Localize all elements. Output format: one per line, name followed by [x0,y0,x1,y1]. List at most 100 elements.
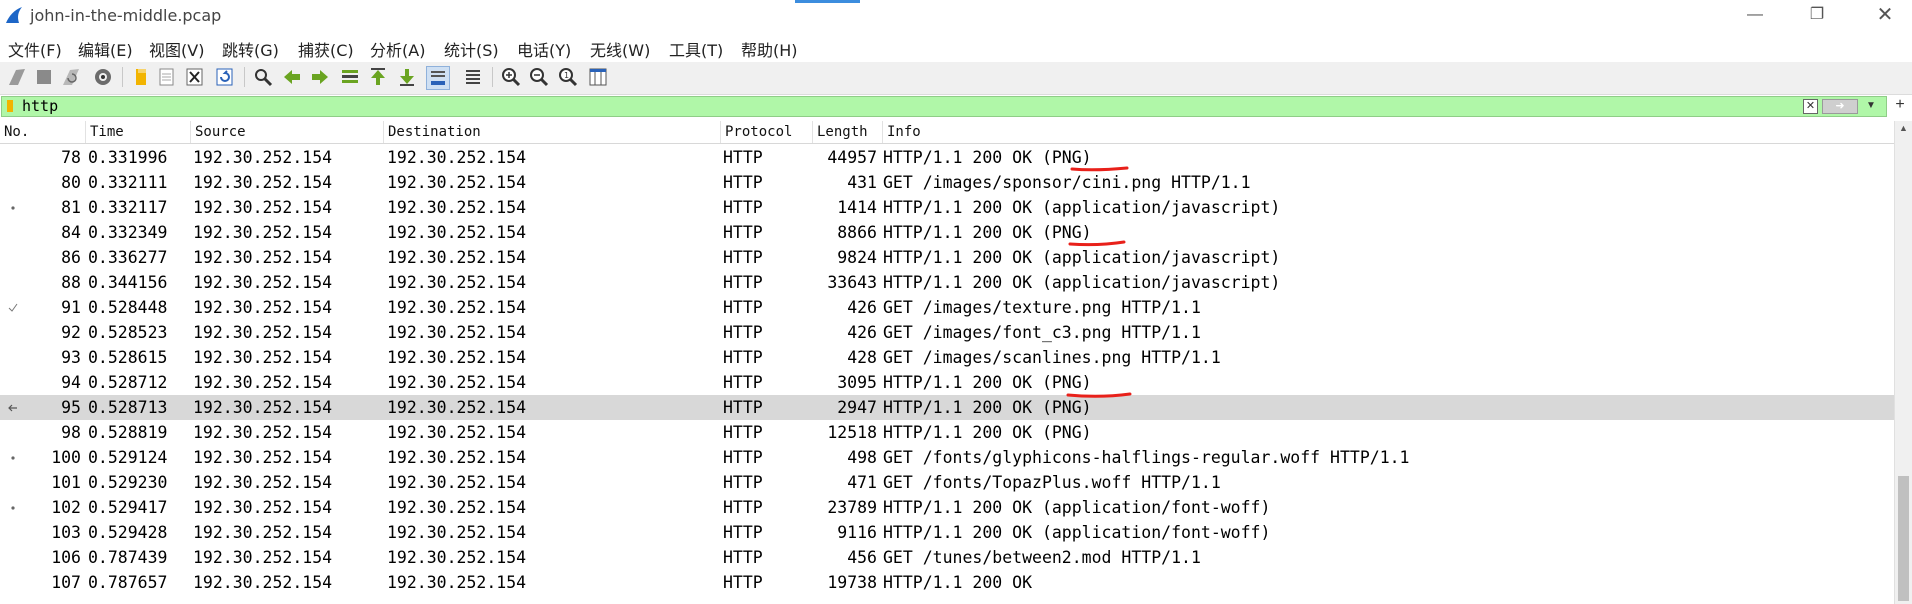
wireshark-fin-icon [6,7,22,23]
packet-row[interactable]: 80 0.332111 192.30.252.154 192.30.252.154 HT… [0,170,1894,195]
packet-destination: 192.30.252.154 [387,373,527,392]
column-header-length[interactable]: Length [813,121,883,143]
scrollbar-thumb[interactable] [1898,476,1909,601]
column-header-info[interactable]: Info [883,121,1894,143]
stop-capture-icon[interactable] [33,66,55,88]
packet-destination: 192.30.252.154 [387,523,527,542]
capture-options-icon[interactable] [92,66,114,88]
restart-capture-icon[interactable] [60,66,82,88]
menu-tools[interactable]: 工具(T) [669,37,723,61]
packet-source: 192.30.252.154 [193,573,333,592]
packet-length: 9824 [837,248,877,267]
packet-source: 192.30.252.154 [193,398,333,417]
packet-length: 8866 [837,223,877,242]
packet-row[interactable]: 91 0.528448 192.30.252.154 192.30.252.154 HT… [0,295,1894,320]
menu-statistics[interactable]: 统计(S) [444,37,499,61]
packet-info: HTTP/1.1 200 OK (application/javascript) [883,198,1281,217]
column-header-no[interactable]: No. [0,121,86,143]
display-filter-input[interactable]: http ✕ ➜ ▼ + [1,96,1905,117]
packet-row[interactable]: 84 0.332349 192.30.252.154 192.30.252.154 HT… [0,220,1894,245]
packet-source: 192.30.252.154 [193,173,333,192]
packet-row[interactable]: 95 0.528713 192.30.252.154 192.30.252.154 HT… [0,395,1894,420]
colorize-icon[interactable] [462,66,484,88]
resize-columns-icon[interactable] [587,66,609,88]
filter-dropdown-icon[interactable]: ▼ [1864,98,1878,114]
menu-capture[interactable]: 捕获(C) [298,37,354,61]
packet-protocol: HTTP [723,323,763,342]
packet-source: 192.30.252.154 [193,298,333,317]
packet-time: 0.528713 [88,398,168,417]
open-file-icon[interactable] [130,66,152,88]
packet-time: 0.332349 [88,223,168,242]
packet-list: No. Time Source Destination Protocol Len… [0,121,1894,604]
packet-no: 106 [51,548,81,567]
packet-row[interactable]: 92 0.528523 192.30.252.154 192.30.252.154 HT… [0,320,1894,345]
clear-filter-icon[interactable]: ✕ [1803,99,1818,114]
packet-row[interactable]: 98 0.528819 192.30.252.154 192.30.252.154 HT… [0,420,1894,445]
packet-info: HTTP/1.1 200 OK (application/javascript) [883,248,1281,267]
packet-row[interactable]: 86 0.336277 192.30.252.154 192.30.252.154 HT… [0,245,1894,270]
column-header-destination[interactable]: Destination [384,121,721,143]
packet-length: 471 [847,473,877,492]
column-header-protocol[interactable]: Protocol [721,121,813,143]
packet-row[interactable]: 94 0.528712 192.30.252.154 192.30.252.154 HT… [0,370,1894,395]
menu-view[interactable]: 视图(V) [149,37,204,61]
go-forward-icon[interactable] [309,66,331,88]
scroll-up-icon[interactable]: ▲ [1899,123,1908,133]
packet-length: 428 [847,348,877,367]
save-file-icon[interactable] [156,66,178,88]
apply-filter-icon[interactable]: ➜ [1822,99,1858,114]
start-capture-icon[interactable] [6,66,28,88]
menu-file[interactable]: 文件(F) [8,37,62,61]
packet-time: 0.528448 [88,298,168,317]
filter-bookmark-icon[interactable] [7,100,13,112]
zoom-out-icon[interactable] [528,66,550,88]
packet-row[interactable]: 93 0.528615 192.30.252.154 192.30.252.154 HT… [0,345,1894,370]
packet-protocol: HTTP [723,298,763,317]
close-file-icon[interactable] [184,66,206,88]
packet-row[interactable]: 103 0.529428 192.30.252.154 192.30.252.154 H… [0,520,1894,545]
svg-text:1: 1 [564,71,569,80]
menu-go[interactable]: 跳转(G) [222,37,279,61]
column-header-source[interactable]: Source [191,121,384,143]
packet-row[interactable]: 101 0.529230 192.30.252.154 192.30.252.154 H… [0,470,1894,495]
packet-destination: 192.30.252.154 [387,348,527,367]
packet-row[interactable]: 78 0.331996 192.30.252.154 192.30.252.154 HT… [0,145,1894,170]
restore-icon[interactable]: ❐ [1802,4,1832,26]
menu-analyze[interactable]: 分析(A) [370,37,425,61]
packet-protocol: HTTP [723,523,763,542]
related-packet-icon [8,303,18,312]
packet-row[interactable]: 107 0.787657 192.30.252.154 192.30.252.154 H… [0,570,1894,595]
minimize-icon[interactable]: — [1740,4,1770,26]
zoom-in-icon[interactable] [500,66,522,88]
packet-source: 192.30.252.154 [193,498,333,517]
menu-wireless[interactable]: 无线(W) [590,37,650,61]
packet-row[interactable]: 81 0.332117 192.30.252.154 192.30.252.154 HT… [0,195,1894,220]
menu-edit[interactable]: 编辑(E) [78,37,133,61]
packet-protocol: HTTP [723,573,763,592]
autoscroll-icon[interactable] [426,66,450,90]
packet-source: 192.30.252.154 [193,373,333,392]
close-icon[interactable]: ✕ [1870,4,1900,26]
packet-list-scrollbar[interactable]: ▲ [1894,121,1912,604]
packet-row[interactable]: 102 0.529417 192.30.252.154 192.30.252.154 H… [0,495,1894,520]
find-packet-icon[interactable] [252,66,274,88]
go-to-packet-icon[interactable] [339,66,361,88]
menu-telephony[interactable]: 电话(Y) [517,37,571,61]
go-back-icon[interactable] [281,66,303,88]
display-filter-text[interactable]: http [22,97,58,116]
zoom-reset-icon[interactable]: 1 [557,66,579,88]
packet-length: 33643 [827,273,877,292]
packet-row[interactable]: 88 0.344156 192.30.252.154 192.30.252.154 HT… [0,270,1894,295]
packet-source: 192.30.252.154 [193,448,333,467]
packet-row[interactable]: 106 0.787439 192.30.252.154 192.30.252.154 H… [0,545,1894,570]
reload-file-icon[interactable] [214,66,236,88]
packet-length: 426 [847,323,877,342]
packet-row[interactable]: 100 0.529124 192.30.252.154 192.30.252.154 H… [0,445,1894,470]
column-header-time[interactable]: Time [86,121,191,143]
packet-destination: 192.30.252.154 [387,273,527,292]
menu-help[interactable]: 帮助(H) [741,37,798,61]
last-packet-icon[interactable] [396,66,418,88]
add-filter-button-icon[interactable]: + [1892,96,1908,116]
first-packet-icon[interactable] [367,66,389,88]
